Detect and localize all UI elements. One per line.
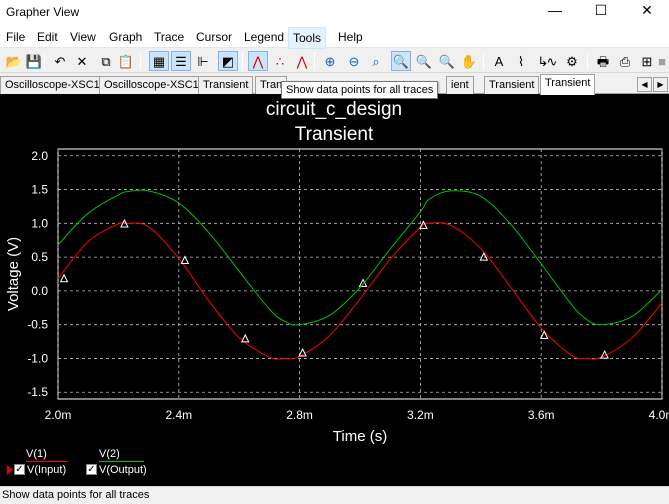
tab-oscilloscope-xsc1-2[interactable]: Oscilloscope-XSC1 [99, 76, 204, 94]
menu-graph[interactable]: Graph [109, 30, 142, 44]
window-title: Grapher View [6, 5, 80, 19]
zoom-x-icon[interactable]: 🔍 [414, 51, 434, 71]
copy-icon[interactable]: ⧉ [96, 51, 116, 71]
zoom-y-icon[interactable]: 🔍 [437, 51, 457, 71]
y-tick-label: -1.0 [27, 351, 48, 365]
x-tick-label: 3.2m [407, 408, 434, 422]
reverse-colors-icon[interactable]: ◩ [218, 51, 238, 71]
chart-title: circuit_c_design [266, 99, 402, 120]
transient-chart[interactable]: circuit_c_design Transient 2.0m 2.4m 2.8m 3.2… [0, 94, 669, 486]
x-tick-label: 2.4m [165, 408, 192, 422]
menu-help[interactable]: Help [338, 30, 363, 44]
tab-scroll-left-icon[interactable]: ◀ [637, 77, 652, 92]
x-tick-label: 4.0m [649, 408, 669, 422]
legend-entry-input[interactable]: V(1) ✓ V(Input) [7, 446, 94, 486]
open-icon[interactable]: 📂 [4, 51, 24, 71]
toolbar-separator [140, 52, 141, 70]
y-tick-label: 0.0 [31, 284, 48, 298]
y-tick-label: -0.5 [27, 318, 48, 332]
zoom-full-icon[interactable]: 🔍 [391, 51, 411, 71]
legend-icon[interactable]: ☰ [171, 51, 191, 71]
pan-icon[interactable]: ✋ [459, 51, 479, 71]
tab-transient-selected[interactable]: Transient [540, 74, 596, 95]
plot-area[interactable]: circuit_c_design Transient 2.0m 2.4m 2.8m 3.2… [0, 94, 669, 486]
legend-trace-name: V(2) [99, 448, 120, 460]
y-tick-label: 2.0 [31, 149, 48, 163]
maximize-button[interactable]: ☐ [578, 0, 624, 22]
menu-file[interactable]: File [6, 30, 25, 44]
tab-transient-3[interactable]: ient [446, 76, 474, 94]
x-axis-label: Time (s) [333, 428, 387, 445]
status-text: Show data points for all traces [2, 489, 150, 501]
trace-properties-icon[interactable]: ∿ [542, 51, 562, 71]
y-tick-label: 0.5 [31, 250, 48, 264]
save-icon[interactable]: 💾 [24, 51, 44, 71]
legend-checkbox-icon[interactable]: ✓ [86, 464, 97, 475]
tooltip: Show data points for all traces [281, 81, 439, 99]
zoom-area-icon[interactable]: ⌕ [366, 51, 386, 71]
legend-entry-output[interactable]: V(2) ✓ V(Output) [86, 446, 176, 486]
export-icon[interactable]: ⎙ [615, 51, 635, 71]
x-tick-label: 3.6m [528, 408, 555, 422]
x-tick-label: 2.8m [286, 408, 313, 422]
toolbar-separator [587, 52, 588, 70]
series-line-output [57, 189, 663, 326]
data-point-marker [180, 255, 190, 264]
y-axis-label: Voltage (V) [5, 237, 22, 311]
show-points-icon[interactable]: ∴ [270, 51, 290, 71]
menu-edit[interactable]: Edit [37, 30, 58, 44]
y-tick-label: 1.0 [31, 216, 48, 230]
legend-trace-label: V(Input) [27, 464, 67, 476]
toolbar: 📂 💾 ↶ ✕ ⧉ 📋 ▦ ☰ ⊩ ◩ ⋀ ∴ ⋀ ⊕ ⊖ ⌕ 🔍 🔍 🔍 ✋ A ⌇ ↳ ∿ ⚙ 🖶 ⎙ ⊞ ■ [0, 49, 669, 73]
status-bar: Show data points for all traces [0, 486, 669, 504]
legend-trace-label: V(Output) [99, 464, 147, 476]
menu-tools[interactable]: Tools [288, 27, 327, 49]
y-tick-label: -1.5 [27, 385, 48, 399]
zoom-in-icon[interactable]: ⊕ [320, 51, 340, 71]
zoom-out-icon[interactable]: ⊖ [344, 51, 364, 71]
menu-bar: File Edit View Graph Trace Cursor Legend… [0, 26, 669, 49]
menu-cursor[interactable]: Cursor [196, 30, 232, 44]
chart-subtitle: Transient [295, 124, 374, 145]
close-button[interactable]: ✕ [624, 0, 669, 22]
menu-view[interactable]: View [70, 30, 96, 44]
grapher-window: Grapher View — ☐ ✕ File Edit View Graph … [0, 0, 669, 504]
undo-icon[interactable]: ↶ [50, 51, 70, 71]
minimize-button[interactable]: — [532, 0, 578, 22]
stop-icon[interactable]: ■ [652, 51, 669, 71]
show-lines-points-icon[interactable]: ⋀ [292, 51, 312, 71]
tab-scroll-right-icon[interactable]: ▶ [653, 77, 668, 92]
x-tick-label: 2.0m [45, 408, 72, 422]
legend-line-swatch [26, 461, 68, 462]
grid-icon[interactable]: ▦ [149, 51, 169, 71]
paste-icon[interactable]: 📋 [116, 51, 136, 71]
text-icon[interactable]: ⌇ [511, 51, 531, 71]
legend: V(1) ✓ V(Input) V(2) ✓ V(Output) [0, 446, 669, 486]
tab-transient[interactable]: Transient [198, 76, 254, 94]
tab-oscilloscope-xsc1[interactable]: Oscilloscope-XSC1 [0, 76, 105, 94]
toolbar-separator [44, 52, 45, 70]
print-icon[interactable]: 🖶 [593, 51, 613, 71]
data-point-marker [59, 273, 69, 283]
data-point-marker [539, 330, 549, 339]
graph-properties-icon[interactable]: ⚙ [562, 51, 582, 71]
plot-frame [57, 148, 663, 400]
tab-transient-4[interactable]: Transient [484, 76, 540, 94]
toolbar-separator [314, 52, 315, 70]
legend-line-swatch [99, 461, 144, 462]
title-icon[interactable]: A [489, 51, 509, 71]
toolbar-separator [483, 52, 484, 70]
show-lines-icon[interactable]: ⋀ [248, 51, 268, 71]
toolbar-separator [242, 52, 243, 70]
legend-checkbox-icon[interactable]: ✓ [14, 464, 25, 475]
menu-trace[interactable]: Trace [154, 30, 184, 44]
menu-legend[interactable]: Legend [244, 30, 284, 44]
cursors-icon[interactable]: ⊩ [193, 51, 213, 71]
cut-icon[interactable]: ✕ [72, 51, 92, 71]
title-bar: Grapher View — ☐ ✕ [0, 0, 669, 26]
selected-trace-marker-icon [7, 465, 13, 475]
legend-trace-name: V(1) [26, 448, 47, 460]
y-tick-label: 1.5 [31, 183, 48, 197]
data-point-marker [240, 333, 250, 343]
